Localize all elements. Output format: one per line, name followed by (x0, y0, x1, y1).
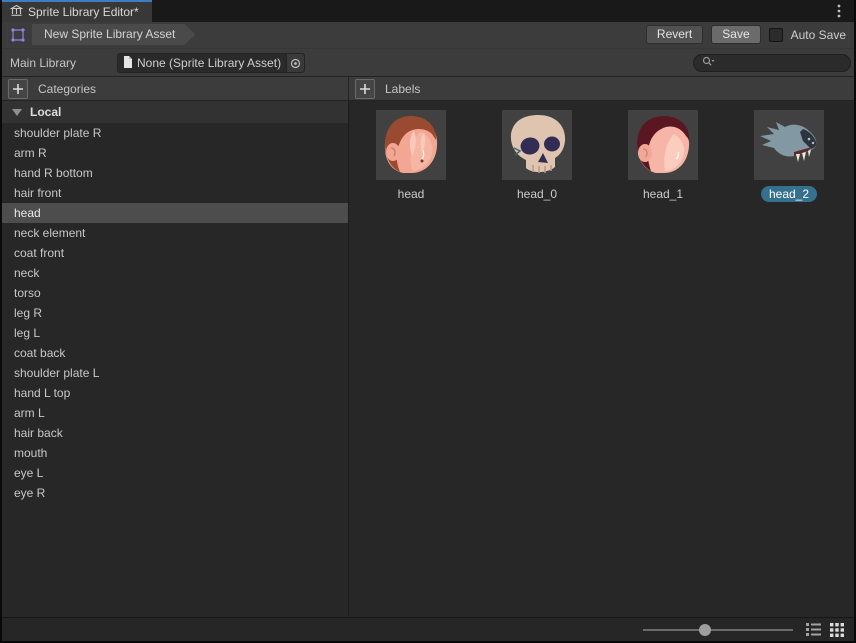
auto-save-checkbox[interactable] (769, 28, 783, 42)
add-category-button[interactable] (8, 79, 28, 99)
category-row[interactable]: hand R bottom (2, 163, 348, 183)
labels-title: Labels (385, 82, 420, 96)
category-row[interactable]: leg L (2, 323, 348, 343)
breadcrumb-asset[interactable]: New Sprite Library Asset (32, 24, 195, 45)
label-item: head (376, 110, 446, 202)
sprite-thumbnail-head-maroon-profile[interactable] (628, 110, 698, 180)
category-row[interactable]: hand L top (2, 383, 348, 403)
label-item: head_0 (502, 110, 572, 202)
list-view-icon[interactable] (805, 622, 821, 638)
footer-bar (2, 617, 854, 641)
categories-pane: Local shoulder plate Rarm Rhand R bottom… (2, 101, 349, 616)
slider-track[interactable] (643, 629, 793, 631)
thumbnail-size-slider[interactable] (643, 623, 793, 637)
category-row[interactable]: coat front (2, 243, 348, 263)
label-name[interactable]: head_0 (509, 186, 565, 202)
sprite-library-asset-icon (10, 27, 26, 46)
category-row[interactable]: eye R (2, 483, 348, 503)
category-row[interactable]: neck element (2, 223, 348, 243)
object-field-value: None (Sprite Library Asset) (137, 56, 282, 70)
label-name[interactable]: head_2 (761, 186, 817, 202)
add-label-button[interactable] (355, 79, 375, 99)
sprite-library-window-icon (10, 4, 23, 20)
save-button[interactable]: Save (711, 25, 760, 44)
auto-save-label: Auto Save (791, 28, 846, 42)
search-icon (702, 56, 715, 70)
category-row[interactable]: arm R (2, 143, 348, 163)
category-row[interactable]: hair back (2, 423, 348, 443)
labels-header: Labels (349, 77, 854, 100)
search-field[interactable] (693, 54, 851, 72)
sprite-library-editor-window: Sprite Library Editor* New Sprite Librar… (0, 0, 856, 643)
main-library-object-field[interactable]: None (Sprite Library Asset) (117, 53, 305, 73)
category-row[interactable]: shoulder plate R (2, 123, 348, 143)
content-panes: Local shoulder plate Rarm Rhand R bottom… (2, 101, 854, 616)
sprite-thumbnail-wolf-head[interactable] (754, 110, 824, 180)
label-item: head_2 (754, 110, 824, 202)
categories-title: Categories (38, 82, 96, 96)
label-item: head_1 (628, 110, 698, 202)
categories-header: Categories (2, 77, 349, 100)
tab-sprite-library-editor[interactable]: Sprite Library Editor* (2, 0, 152, 22)
category-row[interactable]: neck (2, 263, 348, 283)
labels-pane: head head_0 head_1 head_2 (349, 101, 854, 616)
panel-headers: Categories Labels (2, 76, 854, 101)
category-row[interactable]: torso (2, 283, 348, 303)
search-input[interactable] (719, 56, 842, 70)
category-row[interactable]: leg R (2, 303, 348, 323)
kebab-menu-icon[interactable] (832, 2, 846, 20)
local-group-label: Local (30, 105, 61, 119)
main-library-row: Main Library None (Sprite Library Asset) (2, 48, 854, 76)
category-row[interactable]: hair front (2, 183, 348, 203)
category-list: shoulder plate Rarm Rhand R bottomhair f… (2, 123, 348, 503)
category-row[interactable]: mouth (2, 443, 348, 463)
toolbar: New Sprite Library Asset Revert Save Aut… (2, 22, 854, 48)
label-name[interactable]: head_1 (635, 186, 691, 202)
category-row[interactable]: eye L (2, 463, 348, 483)
sprite-thumbnail-skull[interactable] (502, 110, 572, 180)
category-row[interactable]: coat back (2, 343, 348, 363)
label-name[interactable]: head (390, 186, 433, 202)
foldout-triangle-icon (12, 105, 22, 119)
category-row[interactable]: arm L (2, 403, 348, 423)
object-field-file-icon (123, 56, 133, 71)
revert-button[interactable]: Revert (646, 25, 703, 44)
grid-view-icon[interactable] (829, 622, 845, 638)
category-row[interactable]: shoulder plate L (2, 363, 348, 383)
label-grid: head head_0 head_1 head_2 (376, 110, 854, 202)
main-library-label: Main Library (10, 56, 76, 70)
category-row[interactable]: head (2, 203, 348, 223)
slider-knob[interactable] (699, 624, 711, 636)
object-picker-icon[interactable] (286, 54, 304, 72)
sprite-thumbnail-head-auburn-profile[interactable] (376, 110, 446, 180)
tab-title: Sprite Library Editor* (28, 5, 139, 19)
tab-bar: Sprite Library Editor* (0, 0, 856, 22)
local-foldout[interactable]: Local (2, 101, 348, 123)
